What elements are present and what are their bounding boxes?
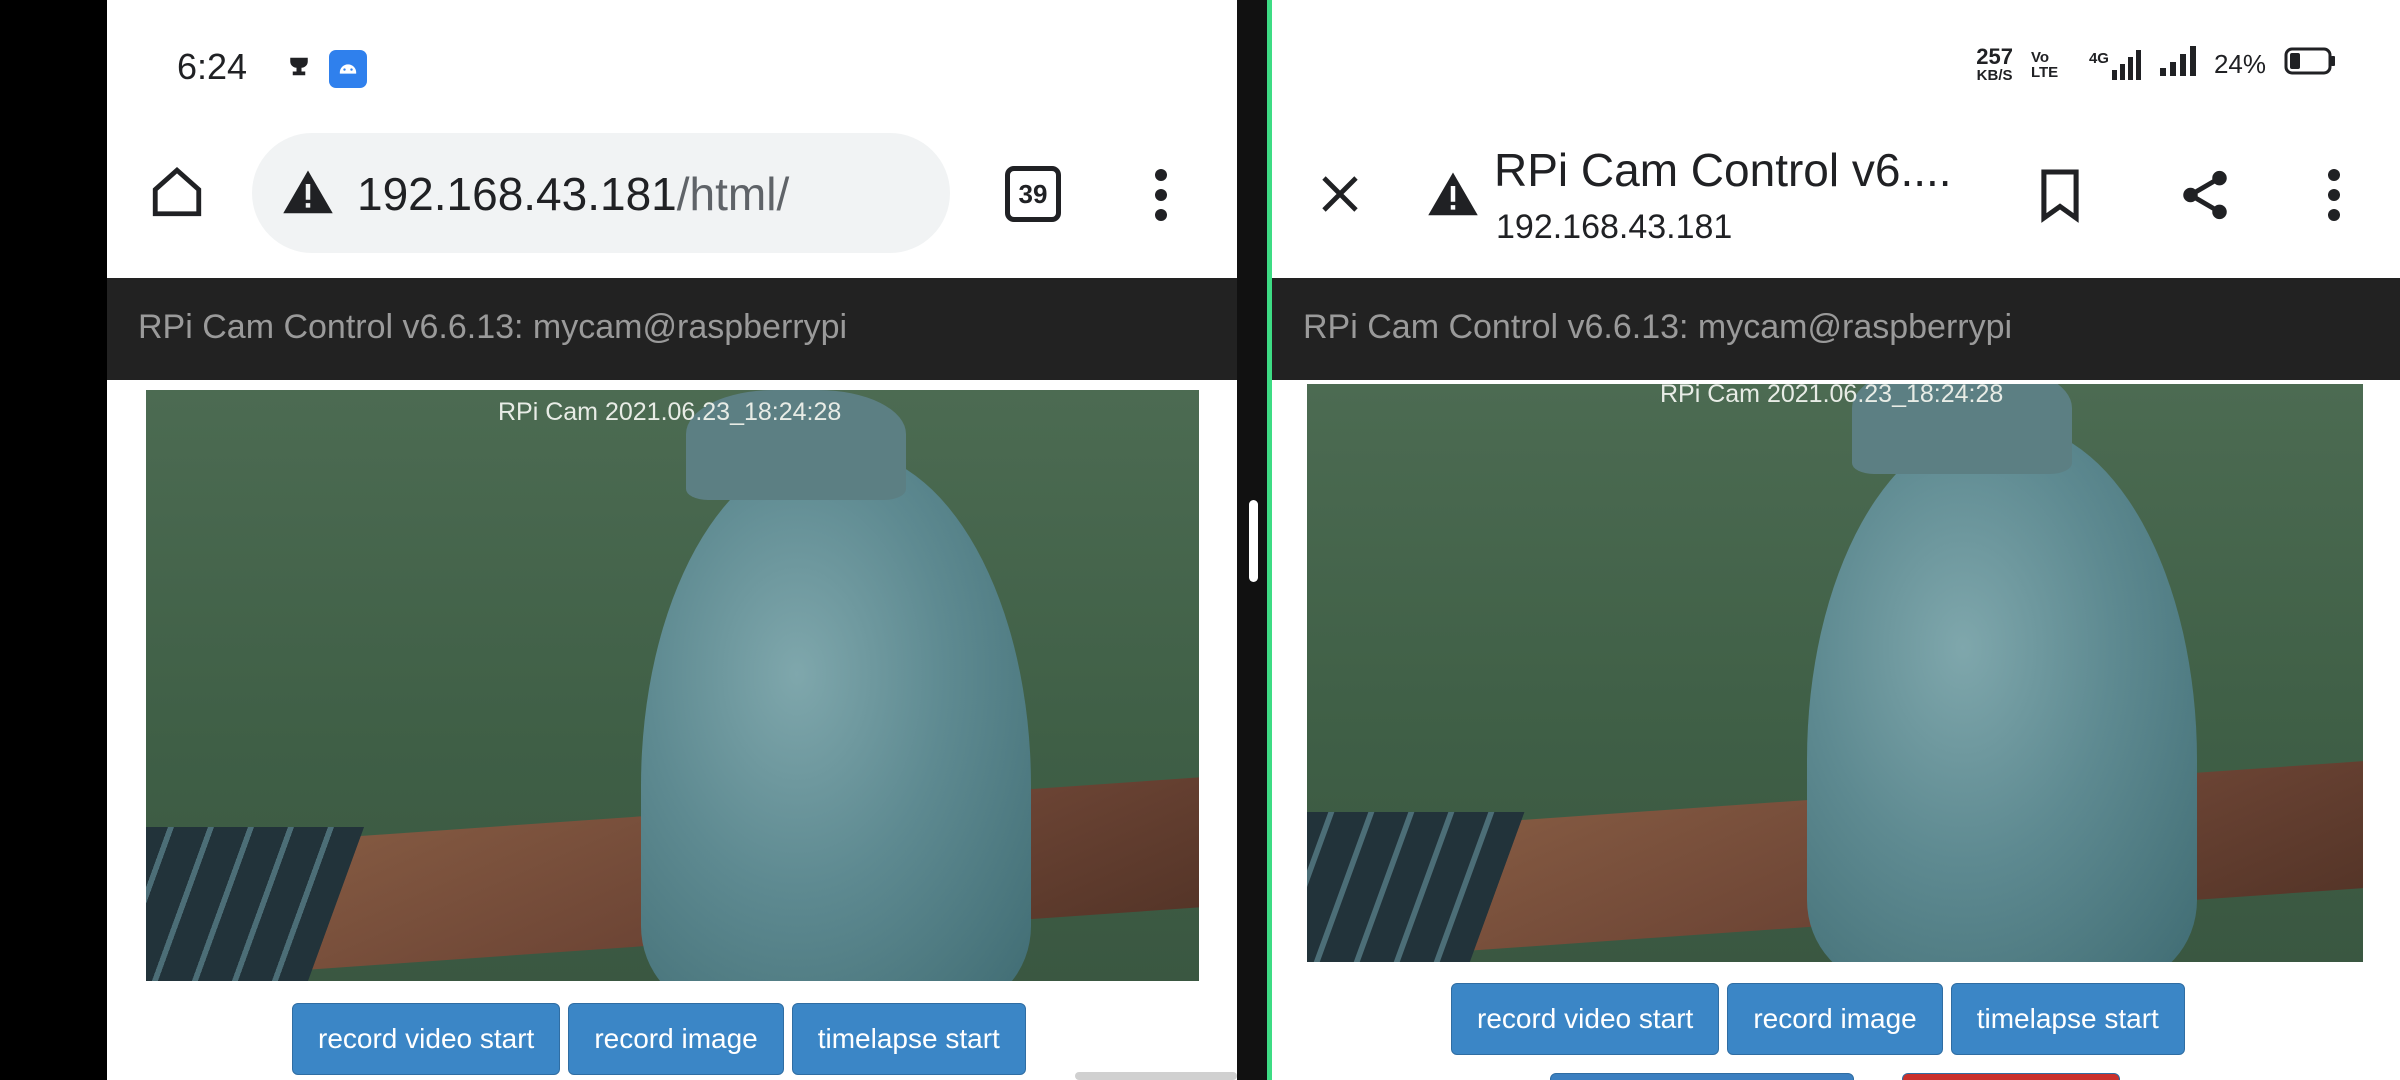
app-header: RPi Cam Control v6.6.13: mycam@raspberry… [107, 278, 1237, 380]
data-rate-value: 257 [1976, 44, 2013, 69]
timelapse-start-button[interactable]: timelapse start [791, 1003, 1026, 1075]
timelapse-start-button[interactable]: timelapse start [1950, 983, 2185, 1055]
home-icon[interactable] [145, 160, 209, 224]
app-title: RPi Cam Control v6.6.13: mycam@raspberry… [1303, 308, 2013, 346]
status-icons: 257 KB/S Vo LTE 4G 24% [1976, 46, 2336, 83]
right-browser-pane: 257 KB/S Vo LTE 4G 24% RPi Cam Control v… [1272, 0, 2400, 1080]
url-host: 192.168.43.181 [357, 168, 677, 220]
tab-switcher-button[interactable]: 39 [1005, 166, 1061, 222]
url-text[interactable]: 192.168.43.181/html/ [357, 167, 789, 221]
record-video-start-button[interactable]: record video start [292, 1003, 561, 1075]
data-rate-unit: KB/S [1976, 67, 2013, 84]
camera-timestamp: RPi Cam 2021.06.23_18:24:28 [1660, 384, 2004, 408]
address-bar[interactable]: 192.168.43.181/html/ [252, 133, 950, 253]
record-image-button[interactable]: record image [1727, 983, 1943, 1055]
share-icon[interactable] [2172, 162, 2238, 228]
camera-preview[interactable]: RPi Cam 2021.06.23_18:24:28 [1307, 384, 2363, 962]
partially-visible-stop-button[interactable] [1902, 1073, 2120, 1080]
signal-icon [2159, 46, 2196, 83]
status-time: 6:24 [177, 46, 248, 87]
trophy-notification-icon [282, 52, 316, 86]
app-title: RPi Cam Control v6.6.13: mycam@raspberry… [138, 308, 848, 346]
camera-timestamp: RPi Cam 2021.06.23_18:24:28 [498, 398, 842, 426]
app-header: RPi Cam Control v6.6.13: mycam@raspberry… [1272, 278, 2400, 380]
signal-4g-icon: 4G [2088, 49, 2142, 80]
not-secure-warning-icon[interactable] [1424, 166, 1482, 224]
bookmark-icon[interactable] [2030, 162, 2090, 228]
page-title: RPi Cam Control v6.... [1494, 144, 1952, 196]
split-screen-handle[interactable] [1249, 500, 1258, 582]
left-browser-pane: 6:24 192.168.43.181/html/ 39 RPi Cam Con… [107, 0, 1237, 1080]
page-host: 192.168.43.181 [1496, 208, 1733, 246]
action-buttons: record video start record image timelaps… [1451, 983, 2185, 1055]
network-type: 4G [2088, 49, 2109, 67]
partially-visible-button[interactable] [1550, 1073, 1854, 1080]
split-screen-divider[interactable] [1237, 0, 1272, 1080]
volte-indicator: Vo LTE [2030, 48, 2059, 81]
overflow-menu-icon[interactable] [2304, 162, 2364, 228]
action-buttons: record video start record image timelaps… [292, 1003, 1026, 1075]
record-video-start-button[interactable]: record video start [1451, 983, 1720, 1055]
url-path: /html/ [676, 168, 790, 220]
battery-icon [2284, 47, 2336, 82]
not-secure-warning-icon[interactable] [280, 165, 336, 221]
horizontal-scrollbar[interactable] [1075, 1072, 1237, 1080]
camera-preview[interactable]: RPi Cam 2021.06.23_18:24:28 [146, 390, 1199, 981]
tab-count: 39 [1005, 166, 1061, 222]
overflow-menu-icon[interactable] [1131, 162, 1191, 228]
record-image-button[interactable]: record image [568, 1003, 784, 1075]
data-rate-indicator: 257 KB/S [1976, 44, 2013, 84]
battery-percent: 24% [2213, 49, 2266, 79]
android-notification-icon [329, 50, 367, 88]
close-icon[interactable] [1312, 166, 1368, 222]
